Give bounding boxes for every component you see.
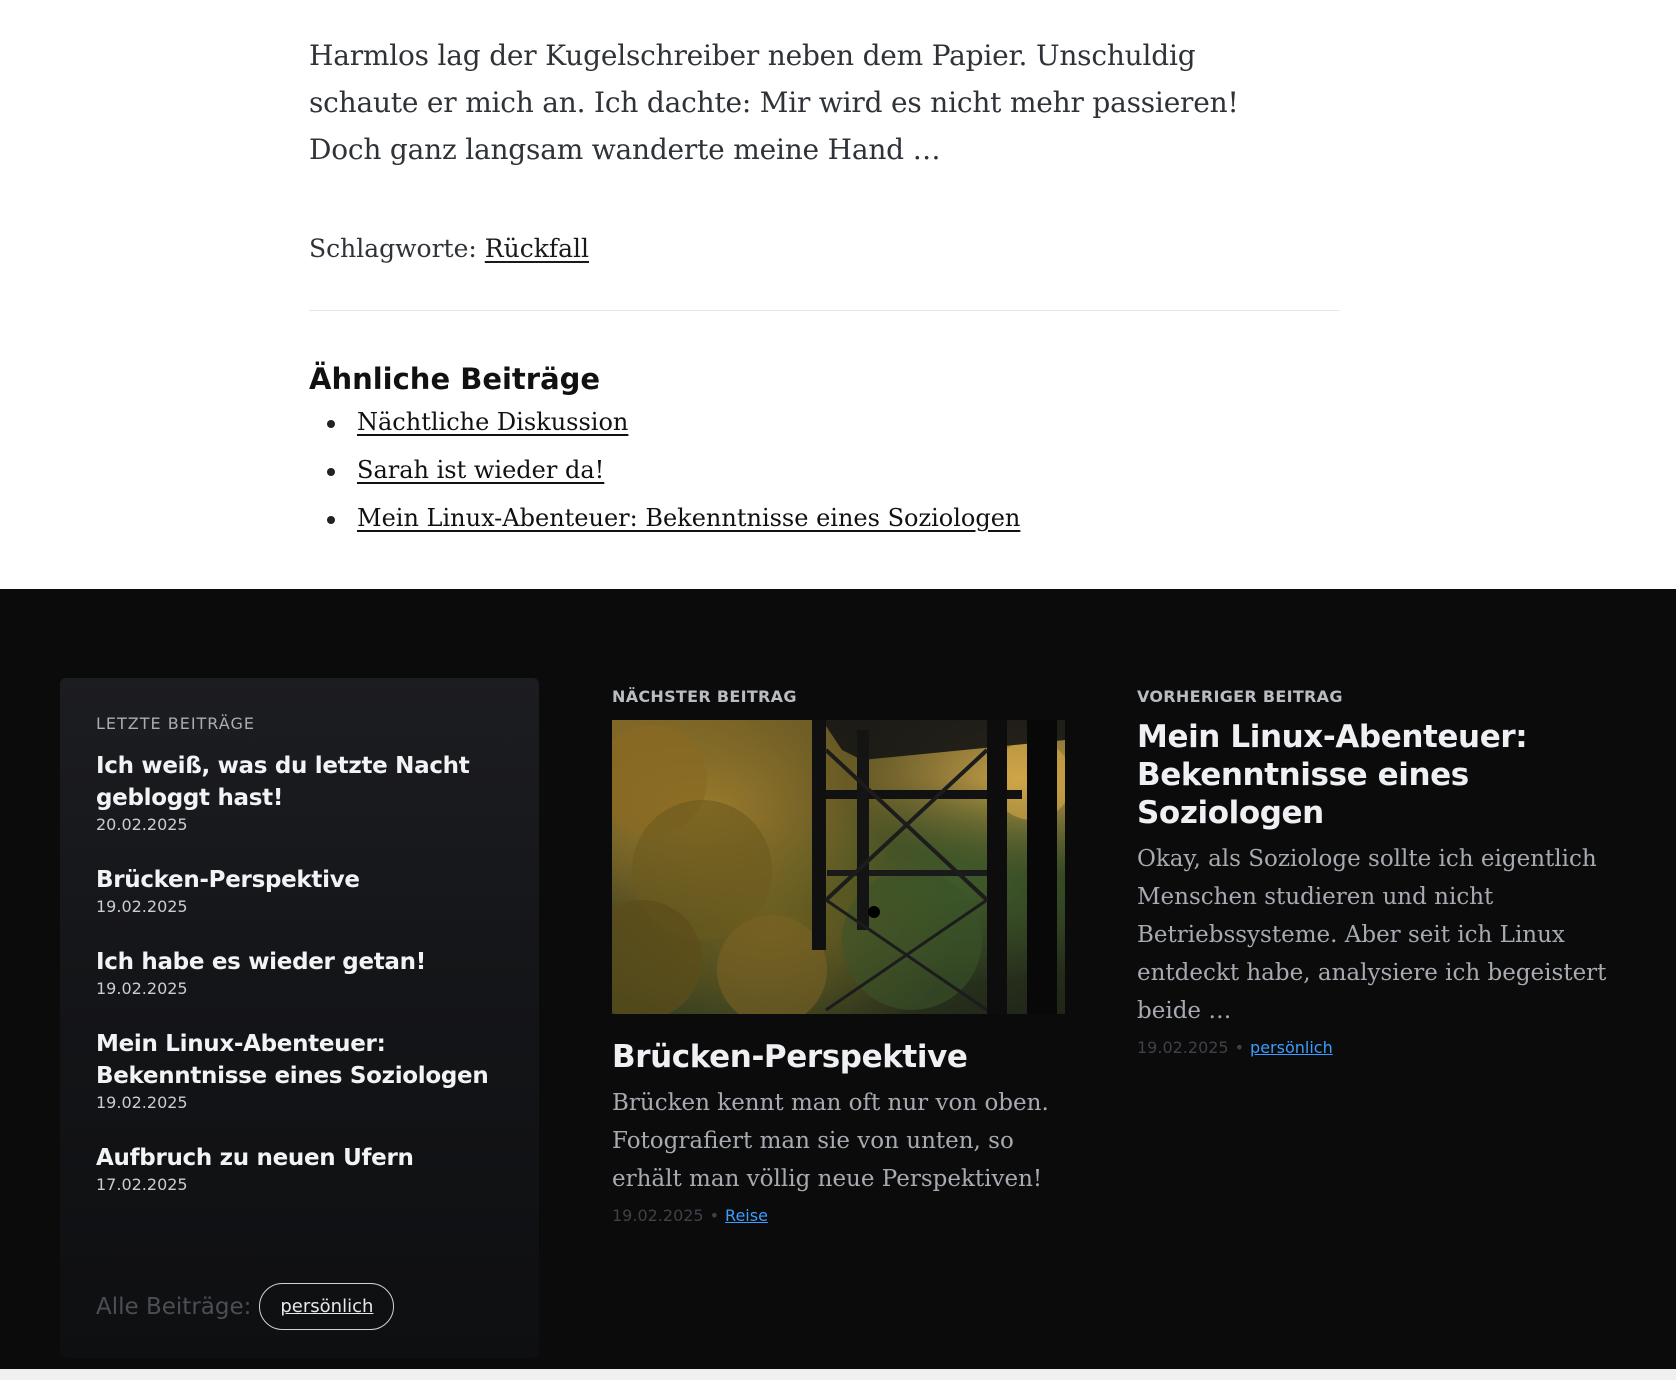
- next-post-meta: 19.02.2025 • Reise: [612, 1206, 1066, 1225]
- recent-posts-list: Ich weiß, was du letzte Nacht gebloggt h…: [96, 750, 516, 1224]
- all-posts-row: Alle Beiträge: persönlich: [96, 1283, 395, 1330]
- next-post-excerpt: Brücken kennt man oft nur von oben. Foto…: [612, 1090, 1049, 1192]
- category-pill[interactable]: persönlich: [259, 1283, 395, 1330]
- recent-post-date: 17.02.2025: [96, 1175, 188, 1194]
- next-post: NÄCHSTER BEITRAG Brücken-Perspektive Brü…: [612, 687, 1066, 1225]
- recent-post-title[interactable]: Ich weiß, was du letzte Nacht gebloggt h…: [96, 750, 516, 814]
- previous-post-date: 19.02.2025: [1137, 1038, 1229, 1057]
- related-post-link[interactable]: Mein Linux-Abenteuer: Bekenntnisse eines…: [357, 504, 1020, 532]
- tags-label: Schlagworte:: [309, 234, 477, 263]
- recent-post-title[interactable]: Brücken-Perspektive: [96, 864, 516, 896]
- recent-posts-heading: LETZTE BEITRÄGE: [96, 714, 255, 733]
- next-post-kicker: NÄCHSTER BEITRAG: [612, 687, 797, 706]
- next-post-title[interactable]: Brücken-Perspektive: [612, 1038, 1066, 1076]
- related-posts-heading: Ähnliche Beiträge: [309, 362, 601, 396]
- tags-line: Schlagworte: Rückfall: [309, 234, 589, 263]
- tag-link[interactable]: Rückfall: [485, 234, 589, 263]
- recent-post-title[interactable]: Mein Linux-Abenteuer: Bekenntnisse eines…: [96, 1028, 516, 1092]
- article-excerpt: Harmlos lag der Kugelschreiber neben dem…: [309, 39, 1239, 166]
- previous-post-category[interactable]: persönlich: [1250, 1038, 1333, 1057]
- recent-posts-card: LETZTE BEITRÄGE Ich weiß, was du letzte …: [60, 678, 539, 1358]
- recent-post-title[interactable]: Aufbruch zu neuen Ufern: [96, 1142, 516, 1174]
- recent-post-title[interactable]: Ich habe es wieder getan!: [96, 946, 516, 978]
- meta-separator: •: [1234, 1038, 1245, 1057]
- previous-post-kicker: VORHERIGER BEITRAG: [1137, 687, 1343, 706]
- previous-post-excerpt: Okay, als Soziologe sollte ich eigentlic…: [1137, 846, 1607, 1024]
- recent-post-item[interactable]: Mein Linux-Abenteuer: Bekenntnisse eines…: [96, 1028, 516, 1114]
- related-post-link[interactable]: Sarah ist wieder da!: [357, 456, 604, 484]
- meta-separator: •: [709, 1206, 720, 1225]
- related-posts-list: Nächtliche Diskussion Sarah ist wieder d…: [309, 404, 1020, 548]
- recent-post-item[interactable]: Aufbruch zu neuen Ufern 17.02.2025: [96, 1142, 516, 1196]
- all-posts-label: Alle Beiträge:: [96, 1293, 252, 1320]
- recent-post-date: 19.02.2025: [96, 979, 188, 998]
- previous-post: VORHERIGER BEITRAG Mein Linux-Abenteuer:…: [1137, 687, 1607, 1057]
- recent-post-date: 19.02.2025: [96, 1093, 188, 1112]
- recent-post-item[interactable]: Brücken-Perspektive 19.02.2025: [96, 864, 516, 918]
- bridge-photo: [612, 720, 1065, 1014]
- previous-post-meta: 19.02.2025 • persönlich: [1137, 1038, 1607, 1057]
- recent-post-item[interactable]: Ich weiß, was du letzte Nacht gebloggt h…: [96, 750, 516, 836]
- previous-post-title[interactable]: Mein Linux-Abenteuer: Bekenntnisse eines…: [1137, 718, 1607, 832]
- recent-post-date: 20.02.2025: [96, 815, 188, 834]
- divider: [309, 310, 1340, 311]
- post-footer: LETZTE BEITRÄGE Ich weiß, was du letzte …: [0, 589, 1676, 1369]
- related-post-item: Sarah ist wieder da!: [309, 452, 1020, 500]
- bottom-strip: [0, 1369, 1676, 1380]
- next-post-date: 19.02.2025: [612, 1206, 704, 1225]
- next-post-image[interactable]: [612, 720, 1065, 1014]
- related-post-link[interactable]: Nächtliche Diskussion: [357, 408, 628, 436]
- related-post-item: Mein Linux-Abenteuer: Bekenntnisse eines…: [309, 500, 1020, 548]
- next-post-category[interactable]: Reise: [725, 1206, 768, 1225]
- recent-post-item[interactable]: Ich habe es wieder getan! 19.02.2025: [96, 946, 516, 1000]
- related-post-item: Nächtliche Diskussion: [309, 404, 1020, 452]
- recent-post-date: 19.02.2025: [96, 897, 188, 916]
